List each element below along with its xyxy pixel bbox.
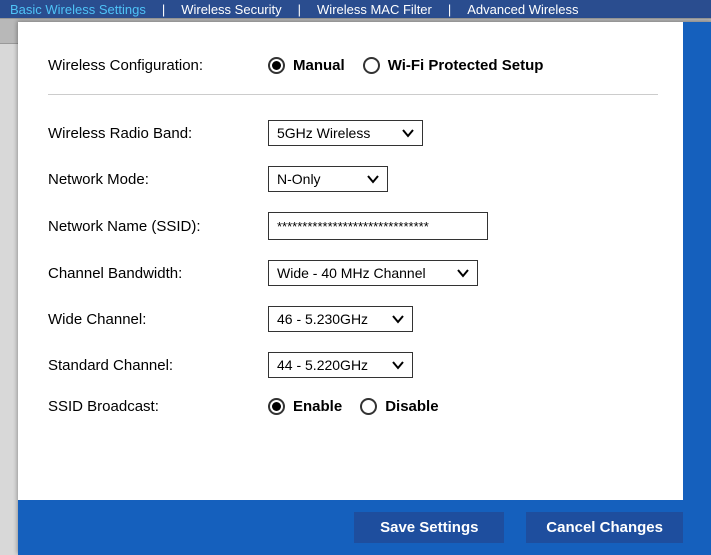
content-outer: Wireless Configuration: Manual Wi-Fi Pro… <box>18 22 711 555</box>
radio-manual-label: Manual <box>293 57 345 74</box>
radio-band-label: Wireless Radio Band: <box>48 125 268 142</box>
chevron-down-icon <box>367 174 379 184</box>
bottom-bar: Save Settings Cancel Changes <box>18 500 711 555</box>
radio-wps-label: Wi-Fi Protected Setup <box>388 57 544 74</box>
tab-separator: | <box>442 2 457 17</box>
divider <box>48 94 658 95</box>
radio-enable[interactable]: Enable <box>268 398 342 415</box>
bandwidth-label: Channel Bandwidth: <box>48 265 268 282</box>
bandwidth-value: Wide - 40 MHz Channel <box>277 265 426 281</box>
wide-channel-label: Wide Channel: <box>48 311 268 328</box>
standard-channel-value: 44 - 5.220GHz <box>277 357 368 373</box>
radio-icon <box>363 57 380 74</box>
network-mode-select[interactable]: N-Only <box>268 166 388 192</box>
wireless-config-radio-group: Manual Wi-Fi Protected Setup <box>268 57 543 74</box>
radio-icon <box>268 57 285 74</box>
ssid-input[interactable] <box>268 212 488 240</box>
chevron-down-icon <box>392 314 404 324</box>
tab-separator: | <box>156 2 171 17</box>
ssid-broadcast-label: SSID Broadcast: <box>48 398 268 415</box>
radio-manual[interactable]: Manual <box>268 57 345 74</box>
save-button[interactable]: Save Settings <box>354 512 504 543</box>
radio-icon <box>268 398 285 415</box>
tab-separator: | <box>292 2 307 17</box>
radio-disable-label: Disable <box>385 398 438 415</box>
wireless-config-label: Wireless Configuration: <box>48 57 268 74</box>
chevron-down-icon <box>392 360 404 370</box>
wide-channel-select[interactable]: 46 - 5.230GHz <box>268 306 413 332</box>
tab-basic-wireless[interactable]: Basic Wireless Settings <box>0 2 156 17</box>
network-mode-label: Network Mode: <box>48 171 268 188</box>
standard-channel-label: Standard Channel: <box>48 357 268 374</box>
ssid-label: Network Name (SSID): <box>48 218 268 235</box>
chevron-down-icon <box>457 268 469 278</box>
chevron-down-icon <box>402 128 414 138</box>
radio-icon <box>360 398 377 415</box>
radio-disable[interactable]: Disable <box>360 398 438 415</box>
bandwidth-select[interactable]: Wide - 40 MHz Channel <box>268 260 478 286</box>
radio-wps[interactable]: Wi-Fi Protected Setup <box>363 57 544 74</box>
tab-mac-filter[interactable]: Wireless MAC Filter <box>307 2 442 17</box>
tab-wireless-security[interactable]: Wireless Security <box>171 2 291 17</box>
tab-bar: Basic Wireless Settings | Wireless Secur… <box>0 0 711 18</box>
tab-advanced-wireless[interactable]: Advanced Wireless <box>457 2 588 17</box>
settings-panel: Wireless Configuration: Manual Wi-Fi Pro… <box>18 22 683 500</box>
radio-band-value: 5GHz Wireless <box>277 125 370 141</box>
standard-channel-select[interactable]: 44 - 5.220GHz <box>268 352 413 378</box>
cancel-button[interactable]: Cancel Changes <box>526 512 683 543</box>
ssid-broadcast-radio-group: Enable Disable <box>268 398 439 415</box>
wide-channel-value: 46 - 5.230GHz <box>277 311 368 327</box>
network-mode-value: N-Only <box>277 171 321 187</box>
radio-enable-label: Enable <box>293 398 342 415</box>
radio-band-select[interactable]: 5GHz Wireless <box>268 120 423 146</box>
